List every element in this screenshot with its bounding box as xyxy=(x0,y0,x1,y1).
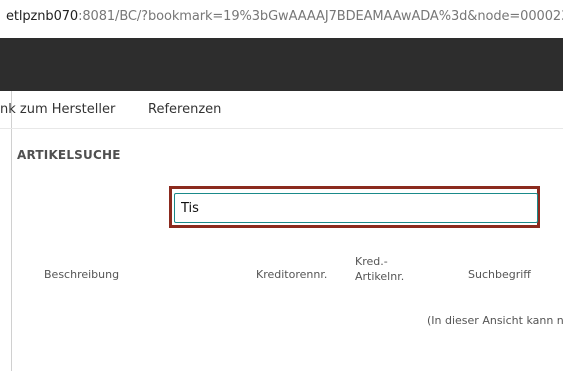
column-header-vendor-item-no[interactable]: Kred.- Artikelnr. xyxy=(355,254,404,284)
url-path: :8081/BC/?bookmark=19%3bGwAAAAJ7BDEAMAAw… xyxy=(78,9,563,24)
column-header-label: Kreditorennr. xyxy=(256,268,328,281)
app-header-bar xyxy=(0,38,563,91)
browser-address-bar[interactable]: etlpznb070:8081/BC/?bookmark=19%3bGwAAAA… xyxy=(0,0,563,39)
action-bar: nk zum Hersteller Referenzen xyxy=(0,91,563,129)
url-text[interactable]: etlpznb070:8081/BC/?bookmark=19%3bGwAAAA… xyxy=(6,9,563,24)
column-header-description[interactable]: Beschreibung xyxy=(44,267,119,282)
column-header-label-line1: Kred.- xyxy=(355,255,388,268)
column-header-label-line2: Artikelnr. xyxy=(355,270,405,283)
empty-list-message: (In dieser Ansicht kann n xyxy=(427,314,563,327)
action-references[interactable]: Referenzen xyxy=(148,102,221,117)
url-host: etlpznb070 xyxy=(6,9,79,24)
panel-divider xyxy=(11,91,12,371)
column-header-vendor-no[interactable]: Kreditorennr. xyxy=(256,267,327,282)
section-title: ARTIKELSUCHE xyxy=(17,148,121,162)
column-header-label: Beschreibung xyxy=(44,268,120,281)
column-header-search-term[interactable]: Suchbegriff xyxy=(468,267,531,282)
search-input[interactable] xyxy=(174,193,538,223)
action-link-to-manufacturer[interactable]: nk zum Hersteller xyxy=(0,102,115,117)
column-header-label: Suchbegriff xyxy=(468,268,531,281)
